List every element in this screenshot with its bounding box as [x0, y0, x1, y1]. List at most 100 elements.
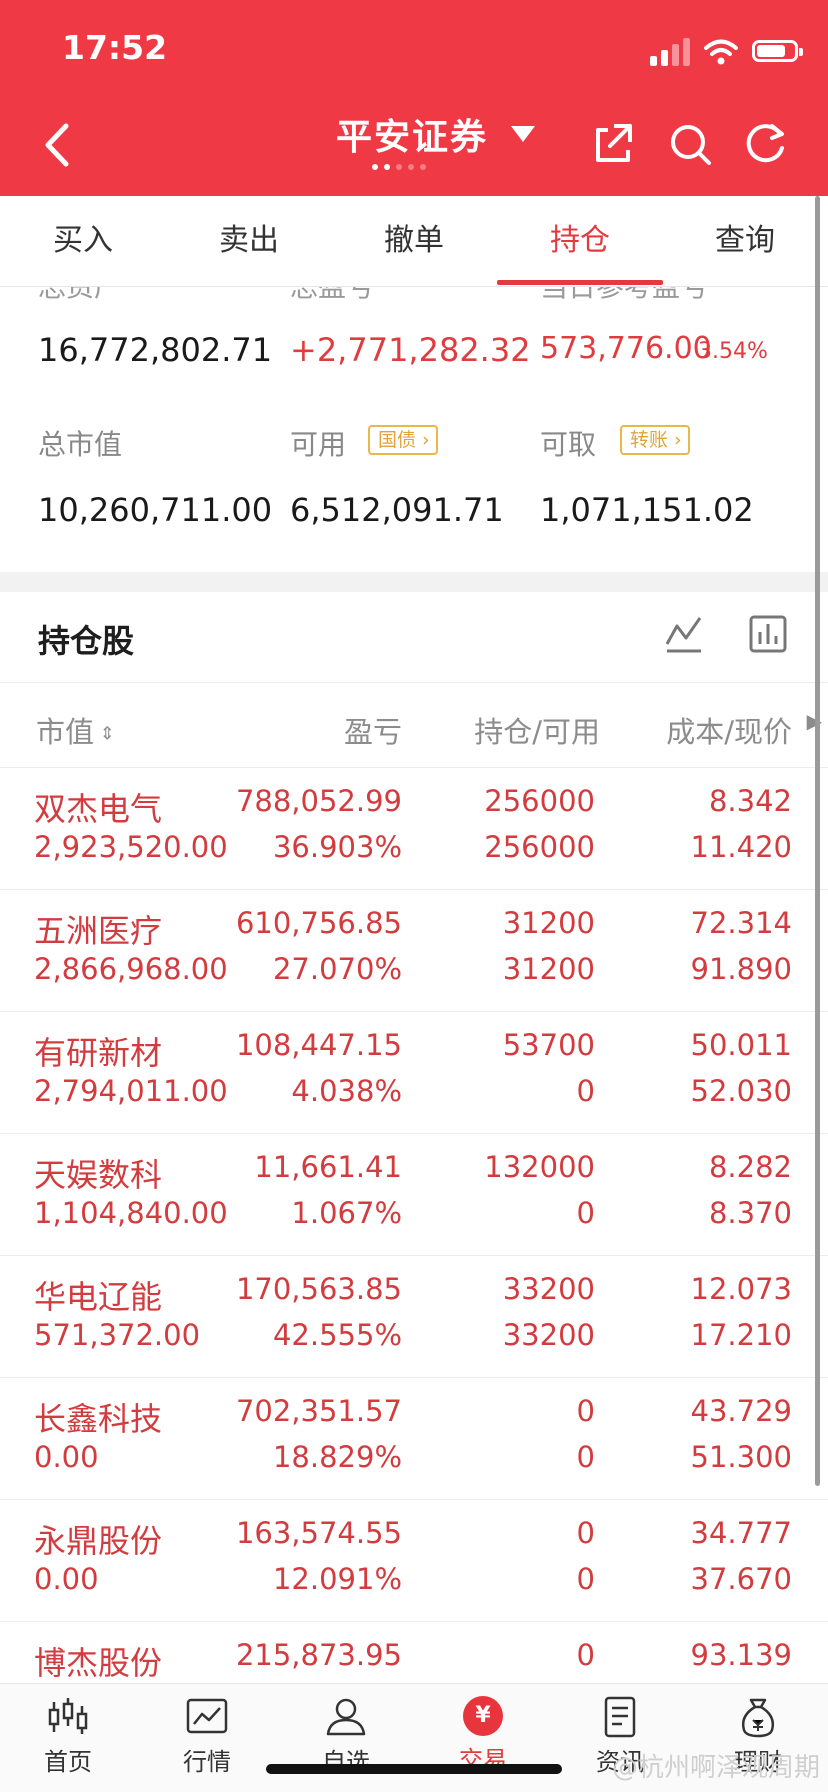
nav-market-label: 行情	[183, 1748, 231, 1776]
stock-price: 37.670	[690, 1562, 792, 1596]
withdrawable-label: 可取	[540, 428, 597, 461]
stock-price: 51.300	[690, 1440, 792, 1474]
total-assets-label: 总资产	[38, 287, 122, 305]
table-row[interactable]: 天娱数科 1,104,840.00 11,661.41 1.067% 13200…	[0, 1134, 828, 1256]
stock-name: 天娱数科	[34, 1156, 163, 1194]
refresh-icon[interactable]	[744, 122, 788, 166]
stock-available: 33200	[502, 1318, 595, 1352]
col-position: 持仓/可用	[474, 715, 600, 749]
stock-market-value: 0.00	[34, 1562, 99, 1596]
status-icons	[650, 30, 803, 66]
stock-name: 五洲医疗	[34, 912, 163, 950]
nav-home-label: 首页	[44, 1748, 92, 1776]
sort-icon: ⇕	[94, 723, 115, 745]
col-pl: 盈亏	[343, 715, 402, 749]
stock-name: 永鼎股份	[34, 1522, 163, 1560]
watermark: @杭州啊泽观周期	[611, 1753, 820, 1783]
stock-position: 256000	[484, 784, 595, 818]
table-row[interactable]: 永鼎股份 0.00 163,574.55 12.091% 0 0 34.777 …	[0, 1500, 828, 1622]
nav-actions	[592, 122, 788, 166]
table-row[interactable]: 华电辽能 571,372.00 170,563.85 42.555% 33200…	[0, 1256, 828, 1378]
treasury-bond-label: 国债	[378, 429, 417, 451]
holdings-column-headers: 市值 ⇕ 盈亏 持仓/可用 成本/现价 ▶	[0, 683, 828, 768]
stock-price: 8.370	[708, 1196, 792, 1230]
candlestick-icon	[48, 1698, 88, 1734]
status-time: 17:52	[62, 28, 168, 67]
stock-cost: 8.282	[708, 1150, 792, 1184]
holdings-header: 持仓股	[0, 592, 828, 683]
stock-cost: 43.729	[690, 1394, 792, 1428]
col-market-value[interactable]: 市值 ⇕	[36, 709, 115, 751]
bottom-nav: 首页 行情 自选 ¥ 交易 资讯 理财 @杭州啊泽观周期	[0, 1683, 828, 1792]
home-indicator	[266, 1764, 562, 1774]
stock-pl: 11,661.41	[254, 1150, 402, 1184]
stock-available: 0	[576, 1196, 595, 1230]
stock-market-value: 2,794,011.00	[34, 1074, 228, 1108]
tab-holdings[interactable]: 持仓	[497, 196, 663, 286]
col-cost-price: 成本/现价	[666, 715, 792, 749]
treasury-bond-button[interactable]: 国债 ›	[368, 425, 438, 455]
tab-sell[interactable]: 卖出	[166, 196, 332, 286]
stock-pl-percent: 12.091%	[272, 1562, 402, 1596]
nav-market[interactable]: 行情	[157, 1696, 257, 1777]
stock-available: 256000	[484, 830, 595, 864]
transfer-button[interactable]: 转账 ›	[620, 425, 690, 455]
bar-chart-icon[interactable]	[748, 614, 788, 654]
stock-pl-percent: 4.038%	[291, 1074, 402, 1108]
trend-chart-icon[interactable]	[664, 614, 704, 654]
nav-home[interactable]: 首页	[18, 1696, 118, 1777]
stock-pl-percent: 1.067%	[291, 1196, 402, 1230]
stock-pl-percent: 36.903%	[272, 830, 402, 864]
stock-cost: 50.011	[690, 1028, 792, 1062]
document-icon	[604, 1696, 636, 1738]
share-icon[interactable]	[592, 122, 636, 166]
battery-icon	[752, 40, 803, 62]
stock-pl: 170,563.85	[235, 1272, 402, 1306]
search-icon[interactable]	[668, 122, 712, 166]
tab-cancel-order[interactable]: 撤单	[331, 196, 497, 286]
available-label: 可用	[290, 428, 347, 461]
table-row[interactable]: 双杰电气 2,923,520.00 788,052.99 36.903% 256…	[0, 768, 828, 890]
col-market-value-label: 市值	[36, 715, 95, 749]
stock-position: 31200	[502, 906, 595, 940]
scrollbar[interactable]	[815, 196, 820, 1486]
stock-available: 0	[576, 1074, 595, 1108]
wifi-icon	[704, 39, 738, 65]
broker-selector[interactable]: 平安证券	[336, 108, 536, 160]
table-row[interactable]: 五洲医疗 2,866,968.00 610,756.85 27.070% 312…	[0, 890, 828, 1012]
stock-position: 0	[576, 1394, 595, 1428]
table-row[interactable]: 有研新材 2,794,011.00 108,447.15 4.038% 5370…	[0, 1012, 828, 1134]
active-tab-indicator	[497, 280, 663, 285]
user-star-icon	[326, 1698, 366, 1736]
signal-icon	[650, 36, 690, 66]
stock-pl-percent: 18.829%	[272, 1440, 402, 1474]
stock-cost: 72.314	[690, 906, 792, 940]
stock-pl: 610,756.85	[235, 906, 402, 940]
available-value: 6,512,091.71	[290, 491, 504, 529]
total-pl-value: +2,771,282.32	[290, 331, 531, 369]
stock-price: 11.420	[690, 830, 792, 864]
trade-tabs: 买入 卖出 撤单 持仓 查询	[0, 196, 828, 287]
market-value: 10,260,711.00	[38, 491, 273, 529]
tab-query[interactable]: 查询	[662, 196, 828, 286]
caret-down-icon	[511, 126, 536, 142]
stock-price: 52.030	[690, 1074, 792, 1108]
money-bag-icon	[741, 1698, 775, 1738]
market-value-label: 总市值	[38, 428, 123, 461]
stock-pl: 788,052.99	[235, 784, 402, 818]
stock-name: 有研新材	[34, 1034, 163, 1072]
stock-cost: 93.139	[690, 1638, 792, 1672]
stock-position: 0	[576, 1638, 595, 1672]
today-pl-label: 当日参考盈亏	[540, 287, 708, 305]
table-row[interactable]: 长鑫科技 0.00 702,351.57 18.829% 0 0 43.729 …	[0, 1378, 828, 1500]
tab-buy[interactable]: 买入	[0, 196, 166, 286]
stock-pl: 163,574.55	[235, 1516, 402, 1550]
stock-market-value: 571,372.00	[34, 1318, 201, 1352]
account-summary: 总资产 总盈亏 当日参考盈亏 16,772,802.71 +2,771,282.…	[0, 287, 828, 572]
stock-available: 0	[576, 1562, 595, 1596]
today-pl-value: 573,776.00	[540, 331, 712, 366]
stock-position: 132000	[484, 1150, 595, 1184]
stock-name: 长鑫科技	[34, 1400, 163, 1438]
back-arrow-icon[interactable]	[38, 120, 78, 170]
holdings-tools	[664, 614, 788, 654]
